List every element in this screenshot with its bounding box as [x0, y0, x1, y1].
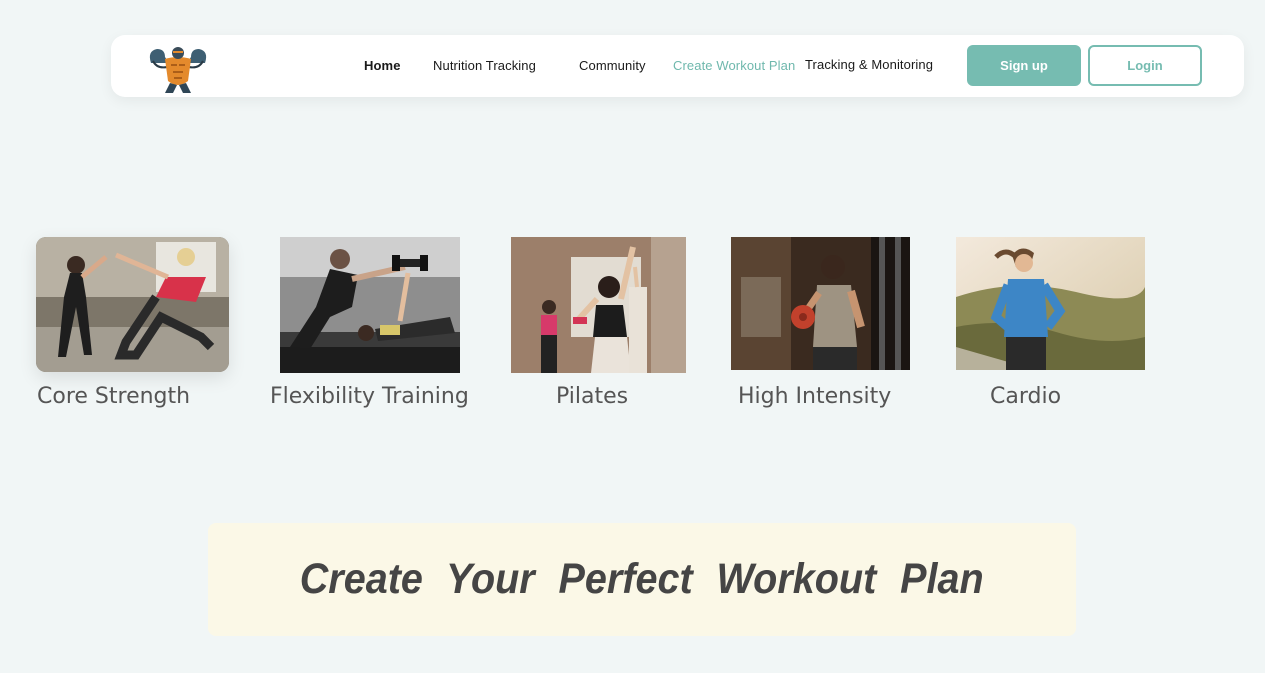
category-label: Core Strength [37, 384, 191, 409]
category-card-cardio[interactable]: Cardio [956, 237, 1146, 417]
create-plan-banner: Create Your Perfect Workout Plan [208, 523, 1076, 636]
cardio-photo [956, 237, 1145, 370]
signup-button[interactable]: Sign up [967, 45, 1081, 86]
category-card-flexibility-training[interactable]: Flexibility Training [269, 237, 479, 417]
category-label: High Intensity [738, 384, 892, 409]
login-button[interactable]: Login [1088, 45, 1202, 86]
nav-link-create-workout-plan[interactable]: Create Workout Plan [673, 58, 795, 73]
nav-link-home[interactable]: Home [364, 58, 401, 73]
category-card-high-intensity[interactable]: High Intensity [731, 237, 911, 417]
nav-link-community[interactable]: Community [579, 58, 646, 73]
category-label: Flexibility Training [270, 384, 469, 409]
category-card-pilates[interactable]: Pilates [511, 237, 686, 417]
core-strength-photo [36, 237, 229, 372]
flexibility-training-photo [280, 237, 460, 373]
category-label: Pilates [556, 384, 629, 409]
pilates-photo [511, 237, 686, 373]
nav-link-tracking-monitoring[interactable]: Tracking & Monitoring [805, 57, 933, 72]
category-card-core-strength[interactable]: Core Strength [36, 237, 236, 417]
navbar: Home Nutrition Tracking Community Create… [111, 35, 1244, 97]
banner-title: Create Your Perfect Workout Plan [300, 555, 984, 603]
high-intensity-photo [731, 237, 910, 370]
bodybuilder-mascot-icon[interactable] [143, 41, 213, 93]
category-label: Cardio [990, 384, 1062, 409]
nav-link-nutrition-tracking[interactable]: Nutrition Tracking [433, 58, 536, 73]
